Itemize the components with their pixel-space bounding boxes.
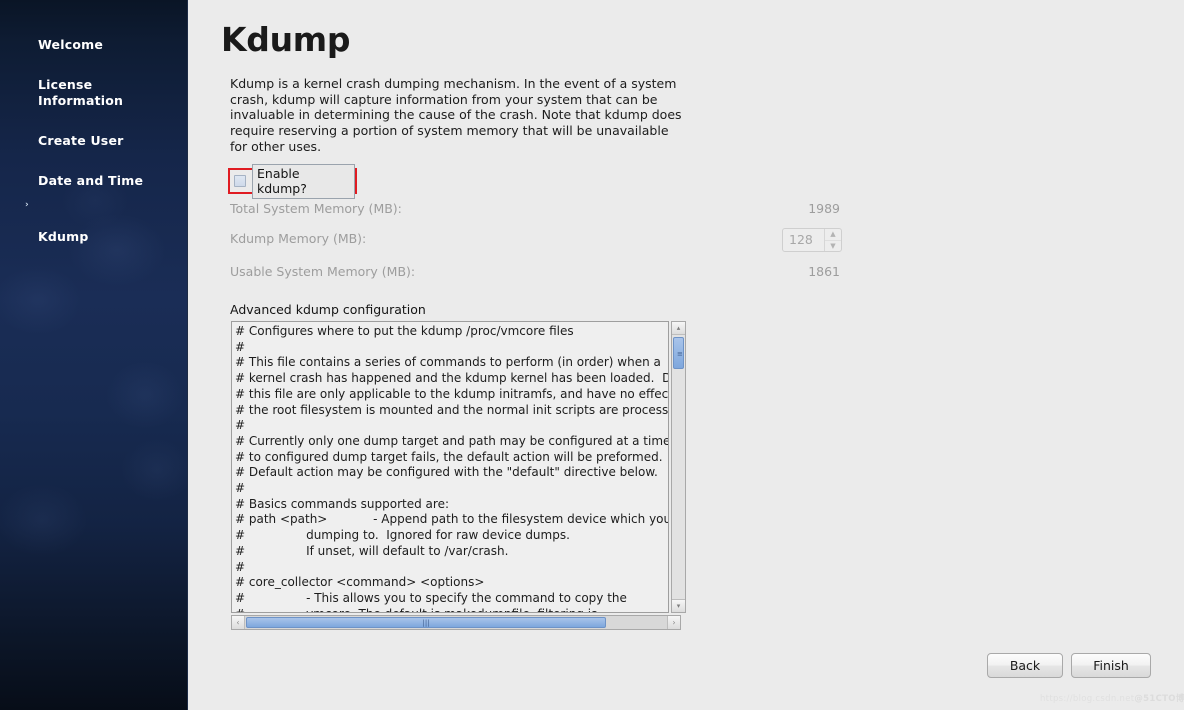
stepper-buttons: ▲ ▼ [824, 229, 841, 251]
enable-kdump-highlight: Enable kdump? [228, 163, 357, 199]
main-content: Kdump Kdump is a kernel crash dumping me… [188, 0, 1184, 710]
chevron-right-icon: › [25, 200, 29, 210]
kdump-memory-row: Kdump Memory (MB): 128 ▲ ▼ [230, 228, 842, 255]
vertical-scrollbar-thumb[interactable]: ≡ [673, 337, 684, 369]
scrollbar-grip-icon: ||| [422, 619, 430, 627]
watermark: https://blog.csdn.net@51CTO博客 [1040, 692, 1184, 704]
usable-system-memory-label: Usable System Memory (MB): [230, 264, 416, 279]
sidebar-item-label: Welcome [38, 37, 104, 52]
finish-button[interactable]: Finish [1071, 653, 1151, 678]
watermark-url: https://blog.csdn.net [1040, 694, 1135, 704]
sidebar-item-label: Kdump [38, 229, 89, 244]
sidebar-item-license-information[interactable]: License Information [0, 59, 187, 111]
kdump-memory-input[interactable]: 128 [783, 229, 824, 251]
enable-kdump-checkbox[interactable] [234, 175, 246, 187]
total-system-memory-row: Total System Memory (MB): 1989 [230, 201, 840, 219]
total-system-memory-label: Total System Memory (MB): [230, 201, 402, 216]
sidebar-item-label: Date and Time [38, 173, 144, 188]
page-description: Kdump is a kernel crash dumping mechanis… [230, 76, 682, 154]
scroll-left-arrow-icon[interactable]: ‹ [232, 616, 245, 629]
scroll-up-arrow-icon[interactable]: ▴ [672, 322, 685, 335]
sidebar-item-kdump[interactable]: › Kdump [0, 195, 187, 247]
sidebar-item-date-and-time[interactable]: Date and Time [0, 155, 187, 191]
horizontal-scrollbar[interactable]: ‹ ||| › [231, 615, 681, 630]
advanced-config-area: # Configures where to put the kdump /pro… [231, 321, 686, 630]
sidebar-item-label: License Information [38, 77, 124, 108]
sidebar-item-label: Create User [38, 133, 124, 148]
advanced-config-textarea[interactable]: # Configures where to put the kdump /pro… [231, 321, 669, 613]
usable-system-memory-row: Usable System Memory (MB): 1861 [230, 264, 840, 282]
sidebar-item-welcome[interactable]: Welcome [0, 19, 187, 55]
kdump-memory-label: Kdump Memory (MB): [230, 231, 367, 246]
scrollbar-grip-icon: ≡ [677, 350, 683, 358]
page-title: Kdump [221, 20, 351, 59]
enable-kdump-label[interactable]: Enable kdump? [252, 163, 355, 199]
advanced-config-text: # Configures where to put the kdump /pro… [235, 324, 669, 612]
kdump-memory-stepper[interactable]: 128 ▲ ▼ [782, 228, 842, 252]
scroll-right-arrow-icon[interactable]: › [667, 616, 680, 629]
vertical-scrollbar[interactable]: ▴ ≡ ▾ [671, 321, 686, 613]
horizontal-scrollbar-thumb[interactable]: ||| [246, 617, 606, 628]
total-system-memory-value: 1989 [808, 201, 840, 216]
stepper-down-icon[interactable]: ▼ [825, 241, 841, 252]
watermark-brand: @51CTO博客 [1134, 694, 1184, 704]
sidebar-item-create-user[interactable]: Create User [0, 115, 187, 151]
stepper-up-icon[interactable]: ▲ [825, 229, 841, 241]
sidebar-nav: Welcome License Information Create User … [0, 19, 187, 247]
scroll-down-arrow-icon[interactable]: ▾ [672, 599, 685, 612]
advanced-config-label: Advanced kdump configuration [230, 302, 426, 317]
sidebar: Welcome License Information Create User … [0, 0, 188, 710]
usable-system-memory-value: 1861 [808, 264, 840, 279]
back-button[interactable]: Back [987, 653, 1063, 678]
